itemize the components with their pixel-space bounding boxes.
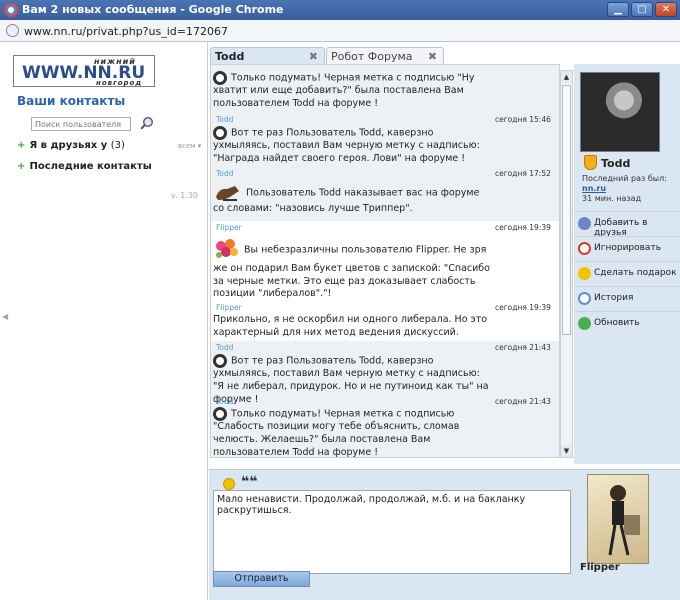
friend-avatar-drawing-icon [608,485,640,556]
compose-area: ❝❝ Мало ненависти. Продолжай, продолжай,… [209,464,680,600]
chat-scrollbar[interactable]: ▲ ▼ [560,70,573,458]
flowers-bouquet-icon [216,239,238,258]
last-seen: Последний раз был: nn.ru 31 мин. назад [582,174,667,204]
send-button[interactable]: Отправить [213,571,310,587]
message-time: сегодня 21:43 [495,343,551,352]
search-icon[interactable] [140,116,154,130]
message-time: сегодня 17:52 [495,169,551,178]
logo-bottom-text: новгород [96,79,143,87]
tab-label: Todd [215,50,245,63]
chat-history: Только подумать! Черная метка с подписью… [210,64,560,458]
contacts-sidebar: нижний WWW.NN.RU новгород Ваши контакты … [0,42,208,600]
gift-icon [578,267,591,280]
add-friend-icon [578,217,591,230]
quote-icon[interactable]: ❝❝ [241,474,257,490]
action-label: Добавить в друзья [594,218,648,238]
window-titlebar: Вам 2 новых сообщения - Google Chrome ▁ … [0,0,680,20]
message-time: сегодня 19:39 [495,223,551,232]
last-seen-time: 31 мин. назад [582,194,642,203]
scroll-down-icon[interactable]: ▼ [561,445,572,457]
add-friend-button[interactable]: Добавить в друзья [574,211,680,238]
group-count: (3) [110,140,125,151]
profile-panel: Todd Последний раз был: nn.ru 31 мин. на… [574,64,680,464]
last-seen-label: Последний раз был: [582,174,667,183]
close-tab-icon[interactable]: ✖ [309,48,318,65]
smiley-icon [213,71,227,85]
scroll-thumb[interactable] [562,85,571,335]
address-bar: www.nn.ru/privat.php?us_id=172067 [0,20,680,42]
collapse-arrow-icon[interactable]: ◀ [2,312,8,321]
refresh-icon [578,317,591,330]
smiley-icon [213,354,227,368]
scroll-up-icon[interactable]: ▲ [561,71,572,83]
smiley-icon [213,407,227,421]
message-time: сегодня 21:43 [495,397,551,406]
message: Вы небезразличны пользователю Flipper. Н… [213,237,493,301]
refresh-button[interactable]: Обновить [574,311,680,335]
tab-label: Робот Форума [331,50,413,63]
message-author[interactable]: Todd [216,343,233,352]
tab-todd[interactable]: Todd ✖ [210,47,325,65]
message-time: сегодня 15:46 [495,115,551,124]
message-text: Только подумать! Черная метка с подписью… [213,408,460,458]
action-label: История [594,293,634,303]
message-author[interactable]: Todd [216,169,233,178]
group-in-friends[interactable]: + Я в друзьях у (3) [17,140,125,151]
rank-badge-icon [584,155,597,170]
message-author[interactable]: Flipper [216,223,242,232]
group-recent-contacts[interactable]: + Последние контакты [17,161,152,172]
message-input[interactable]: Мало ненависти. Продолжай, продолжай, м.… [213,490,571,574]
message-text: Прикольно, я не оскорбил ни одного либер… [213,314,488,338]
history-button[interactable]: История [574,286,680,310]
action-label: Обновить [594,318,640,328]
chrome-favicon-icon [4,3,18,17]
group-label: Я в друзьях у [29,140,108,151]
message-author[interactable]: Todd [216,397,233,406]
gift-button[interactable]: Сделать подарок [574,261,680,285]
message-text: Вот те раз Пользователь Todd, каверзно у… [213,127,480,164]
minimize-button[interactable]: ▁ [607,2,629,17]
version-label: v. 1.30 [171,191,199,200]
last-seen-site-link[interactable]: nn.ru [582,184,667,194]
history-icon [578,292,591,305]
message: Только подумать! Черная метка с подписью… [213,71,493,111]
message-time: сегодня 19:39 [495,303,551,312]
message-text: Пользователь Todd наказывает вас на фору… [213,187,480,215]
message-text: Только подумать! Черная метка с подписью… [213,72,475,109]
search-user-input[interactable] [31,117,131,131]
compose-divider [209,464,680,470]
emoticon-icon[interactable] [223,478,235,490]
friend-avatar[interactable] [587,474,649,564]
action-label: Игнорировать [594,243,661,253]
maximize-button[interactable]: □ [631,2,653,17]
message-author[interactable]: Flipper [216,303,242,312]
profile-name[interactable]: Todd [601,157,630,170]
site-logo[interactable]: нижний WWW.NN.RU новгород [13,55,155,87]
friend-name[interactable]: Flipper [580,562,620,573]
expand-icon: + [17,140,26,151]
close-window-button[interactable]: ✕ [655,2,677,17]
message-author[interactable]: Todd [216,115,233,124]
contacts-title: Ваши контакты [17,94,126,108]
sort-label[interactable]: всем ▾ [178,142,201,150]
message: Только подумать! Черная метка с подписью… [213,407,493,458]
page-icon [6,24,19,37]
window-title: Вам 2 новых сообщения - Google Chrome [22,3,284,16]
chat-tabs: Todd ✖ Робот Форума ✖ [209,42,680,65]
message: Вот те раз Пользователь Todd, каверзно у… [213,126,493,166]
ignore-icon [578,242,591,255]
ignore-button[interactable]: Игнорировать [574,236,680,260]
tab-robot-forum[interactable]: Робот Форума ✖ [326,47,444,65]
url-text[interactable]: www.nn.ru/privat.php?us_id=172067 [24,25,228,38]
message: Прикольно, я не оскорбил ни одного либер… [213,314,493,339]
action-label: Сделать подарок [594,268,677,278]
expand-icon: + [17,161,26,172]
message-text: Вы небезразличны пользователю Flipper. Н… [213,244,490,300]
close-tab-icon[interactable]: ✖ [428,48,437,65]
punishment-boot-icon [216,186,239,201]
group-label: Последние контакты [29,161,152,172]
message: Пользователь Todd наказывает вас на фору… [213,183,493,216]
profile-avatar[interactable] [580,72,660,152]
smiley-icon [213,126,227,140]
